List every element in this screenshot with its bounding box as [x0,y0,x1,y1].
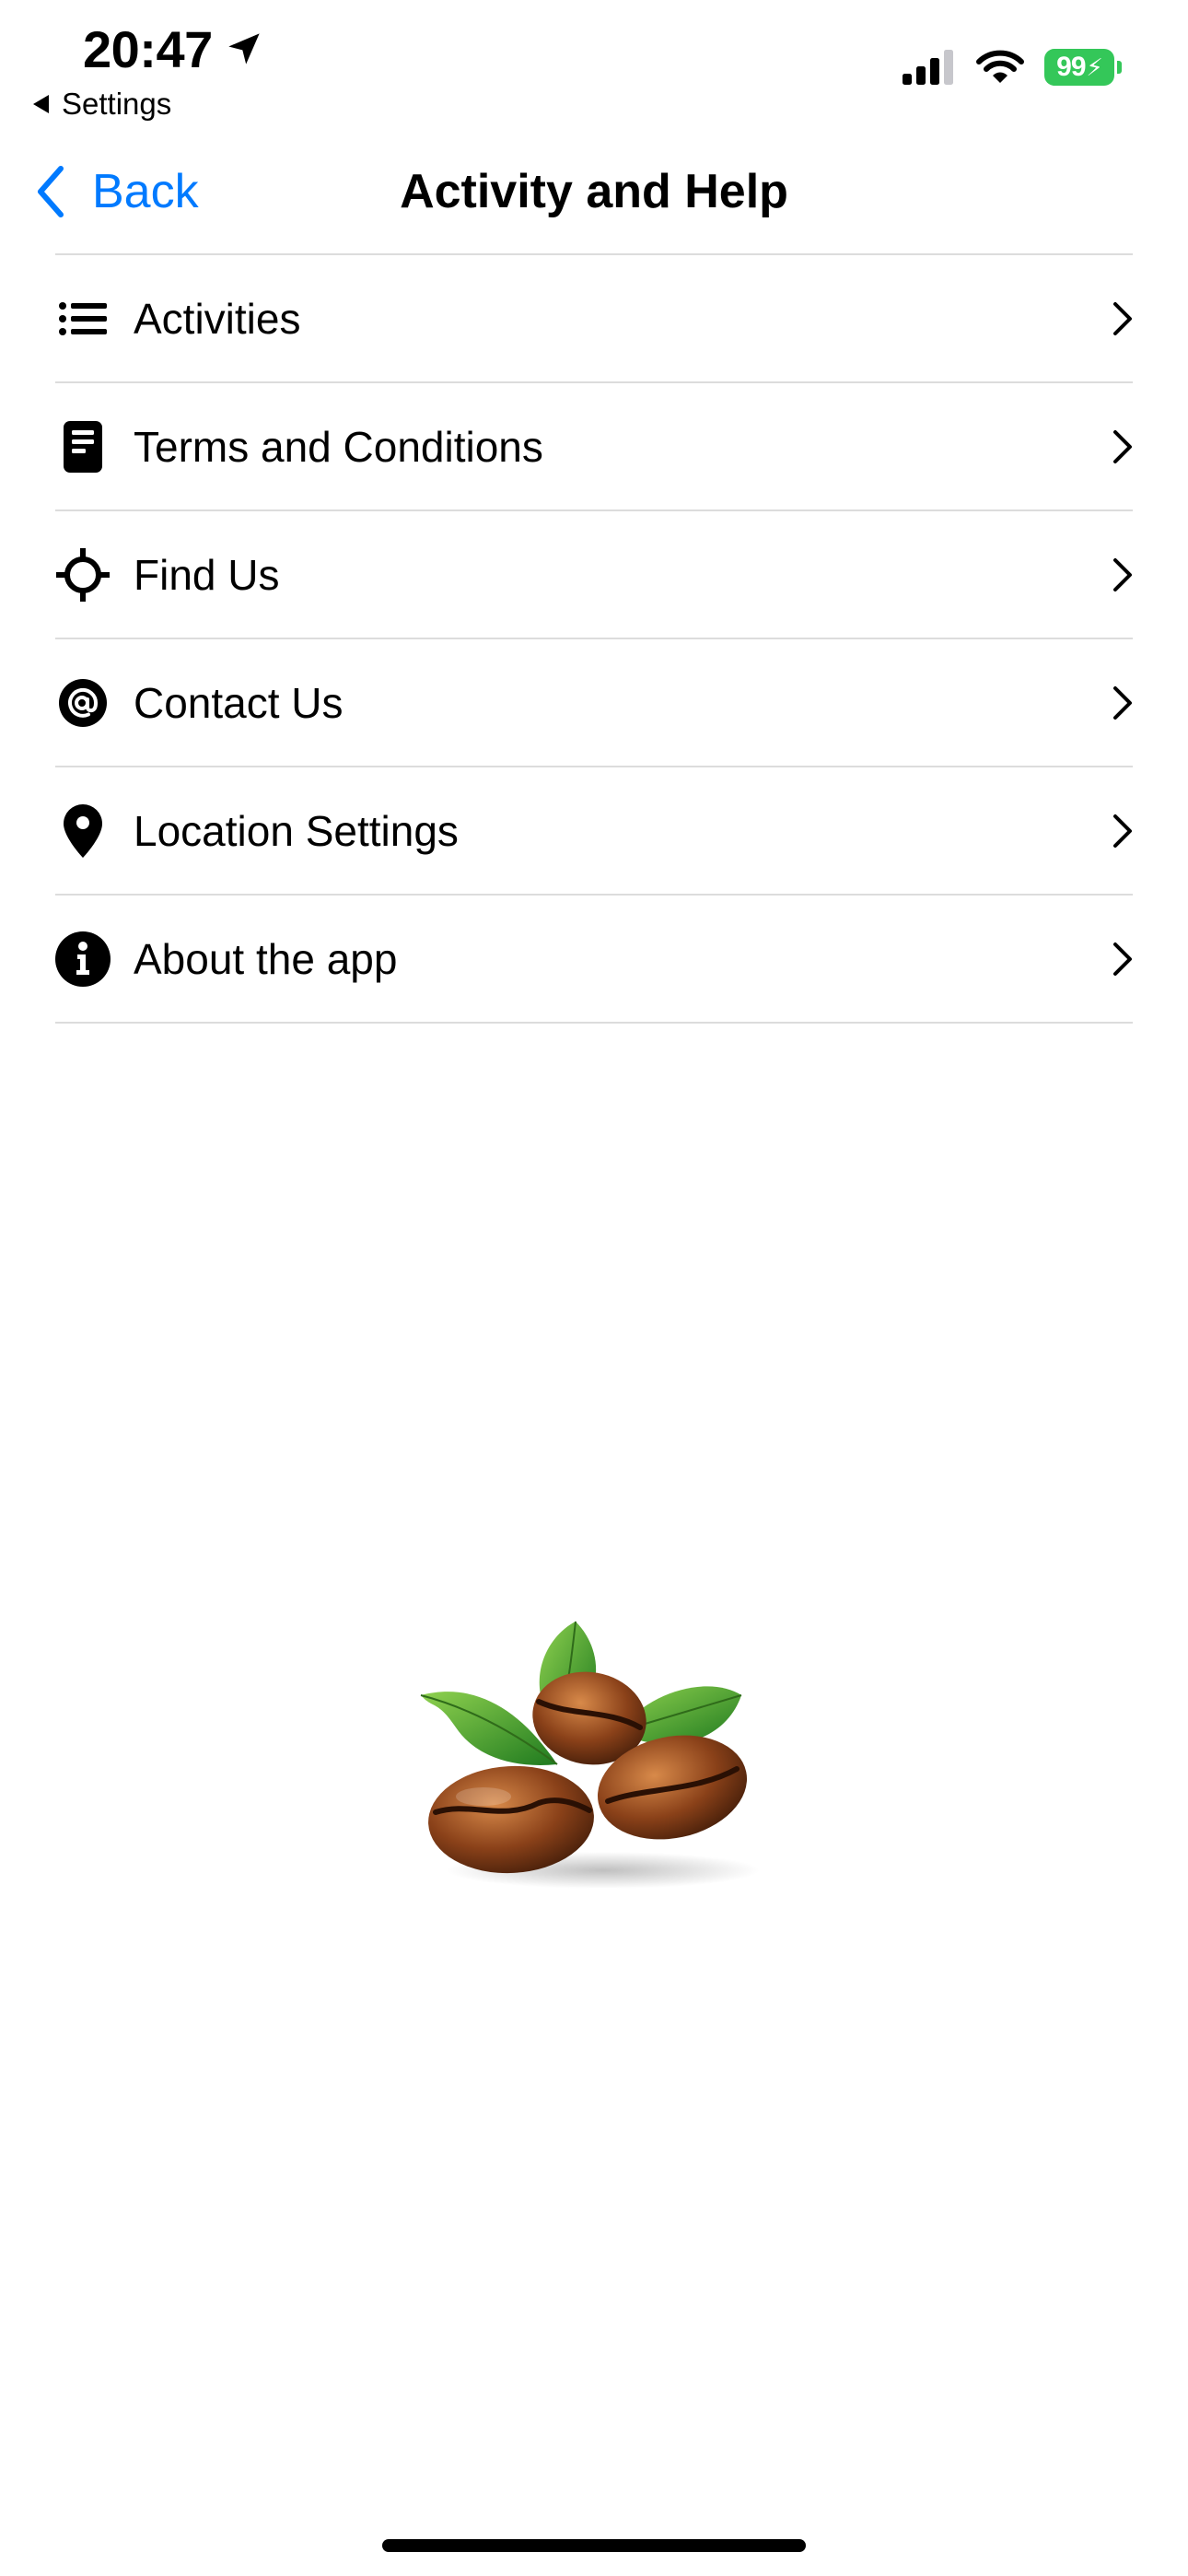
document-icon [55,419,111,474]
chevron-right-icon [1096,557,1133,592]
crosshair-icon [55,547,111,603]
menu-item-about-the-app[interactable]: About the app [55,894,1133,1024]
wifi-icon [976,50,1024,83]
battery-icon: 99 ⚡ [1044,49,1122,86]
menu-item-terms-and-conditions[interactable]: Terms and Conditions [55,381,1133,509]
menu-item-label: Terms and Conditions [134,422,543,471]
status-bar-time: 20:47 [83,18,262,79]
chevron-right-icon [1096,429,1133,464]
status-indicators: 99 ⚡ [903,41,1122,93]
chevron-left-icon [38,166,64,217]
charging-bolt-icon: ⚡ [1086,53,1103,81]
at-sign-icon [55,675,111,731]
chevron-right-icon [1096,814,1133,849]
location-arrow-icon [228,33,260,64]
cellular-signal-icon [903,50,953,85]
chevron-right-icon [1096,685,1133,720]
menu-item-activities[interactable]: Activities [55,253,1133,381]
list-icon [55,291,111,346]
chevron-right-icon [1096,301,1133,336]
back-to-settings-link[interactable]: Settings [33,83,171,125]
menu-item-find-us[interactable]: Find Us [55,509,1133,638]
menu-item-label: Location Settings [134,806,459,855]
back-label: Back [92,165,199,218]
menu-item-label: About the app [134,934,398,983]
menu-item-label: Find Us [134,550,280,599]
back-to-app-label: Settings [62,87,172,121]
info-icon [55,931,111,987]
menu-item-contact-us[interactable]: Contact Us [55,638,1133,766]
menu-list: Activities Terms and Conditions Find Us … [55,253,1133,1024]
chevron-right-icon [1096,942,1133,977]
menu-item-label: Contact Us [134,678,344,727]
time-label: 20:47 [83,19,213,78]
back-button[interactable]: Back [35,157,199,227]
home-indicator[interactable] [382,2539,806,2552]
back-triangle-icon [33,95,49,113]
battery-level: 99 [1056,52,1086,82]
menu-item-label: Activities [134,294,301,343]
coffee-beans-illustration [420,1621,760,1889]
map-pin-icon [55,803,111,859]
menu-item-location-settings[interactable]: Location Settings [55,766,1133,894]
